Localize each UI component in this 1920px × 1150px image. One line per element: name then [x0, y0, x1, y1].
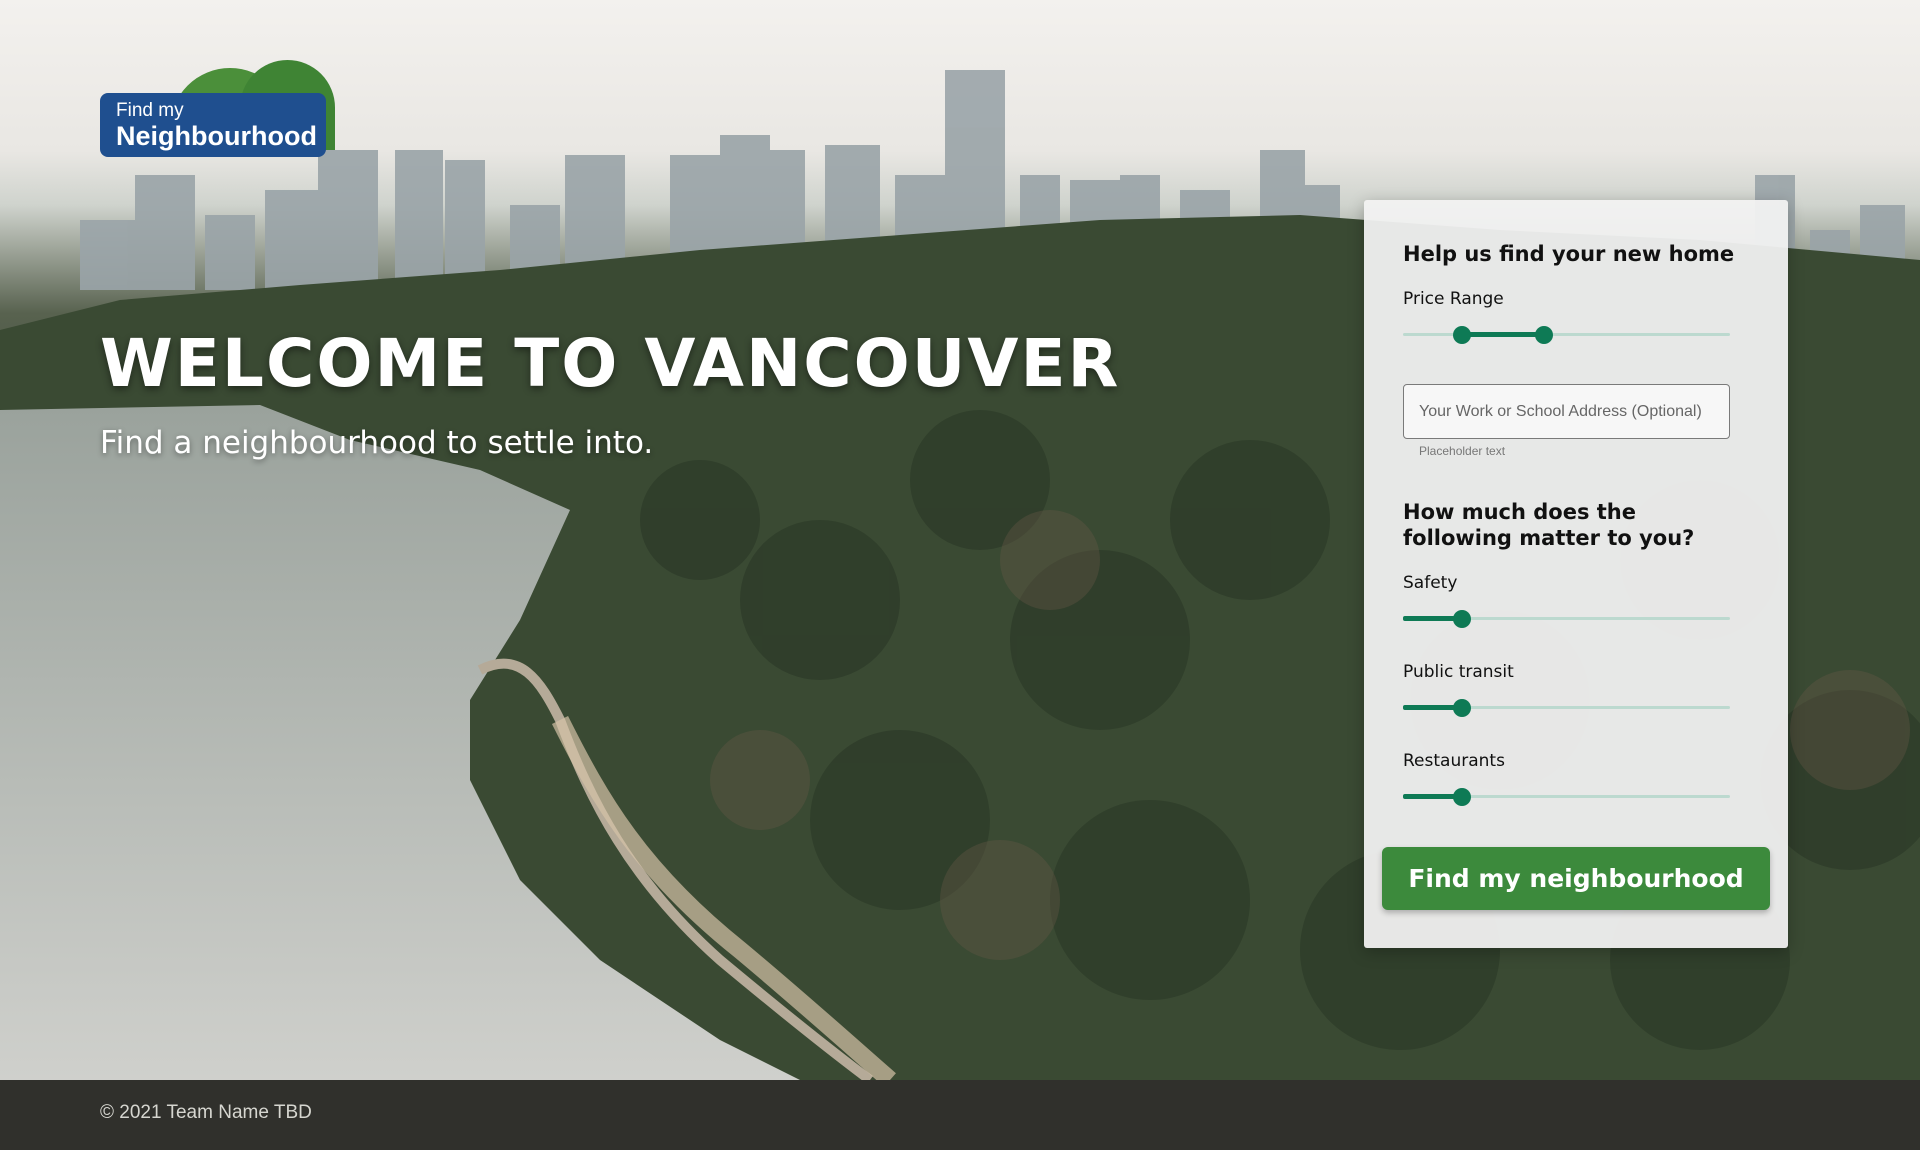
page-title: WELCOME TO VANCOUVER: [100, 325, 1121, 402]
address-helper-text: Placeholder text: [1419, 444, 1506, 458]
price-range-label: Price Range: [1403, 289, 1504, 309]
logo-plate: Find my Neighbourhood: [100, 93, 326, 157]
hero-background: Find my Neighbourhood WELCOME TO VANCOUV…: [0, 0, 1920, 1080]
safety-slider[interactable]: [1403, 608, 1730, 628]
logo-text-line1: Find my: [116, 100, 184, 121]
copyright-text: © 2021 Team Name TBD: [100, 1102, 312, 1123]
restaurants-slider[interactable]: [1403, 786, 1730, 806]
price-range-slider[interactable]: [1403, 324, 1730, 344]
search-panel: Help us find your new home Price Range P…: [1364, 200, 1788, 948]
public-transit-slider[interactable]: [1403, 697, 1730, 717]
restaurants-label: Restaurants: [1403, 751, 1505, 771]
slider-thumb[interactable]: [1452, 699, 1471, 717]
safety-label: Safety: [1403, 573, 1458, 593]
logo-text-line2: Neighbourhood: [116, 121, 317, 151]
slider-thumb-max[interactable]: [1534, 326, 1553, 344]
panel-heading: Help us find your new home: [1403, 242, 1735, 266]
address-input[interactable]: [1403, 384, 1730, 439]
find-neighbourhood-button[interactable]: Find my neighbourhood: [1382, 847, 1770, 910]
slider-thumb-min[interactable]: [1452, 326, 1471, 344]
priorities-question: How much does the following matter to yo…: [1403, 500, 1695, 550]
public-transit-label: Public transit: [1403, 662, 1514, 682]
logo[interactable]: Find my Neighbourhood: [100, 58, 335, 158]
slider-fill: [1461, 332, 1544, 337]
slider-thumb[interactable]: [1452, 788, 1471, 806]
slider-thumb[interactable]: [1452, 610, 1471, 628]
footer: © 2021 Team Name TBD: [0, 1080, 1920, 1150]
page-subtitle: Find a neighbourhood to settle into.: [100, 425, 654, 461]
